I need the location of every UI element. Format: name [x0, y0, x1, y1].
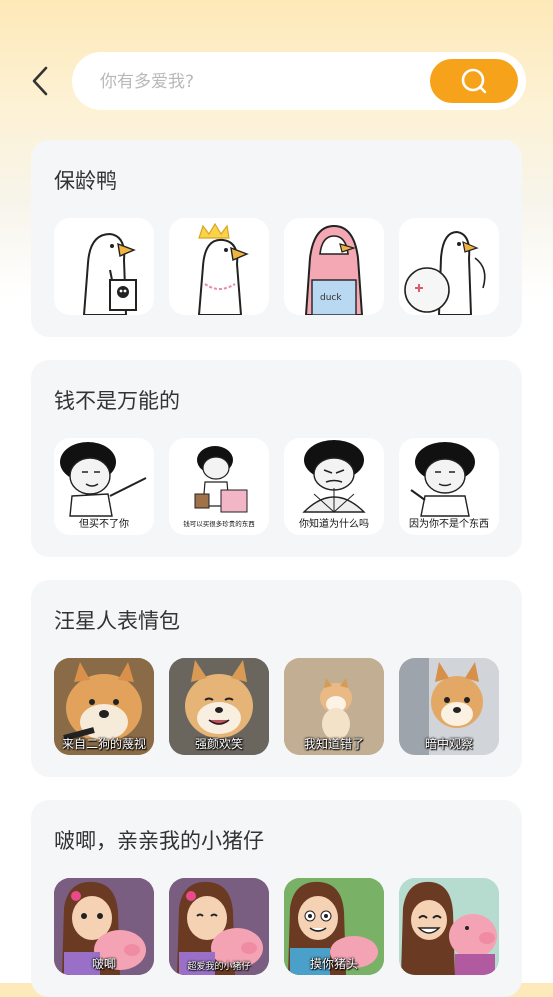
chevron-left-icon: [32, 66, 48, 96]
sticker-item[interactable]: [169, 218, 269, 315]
sticker-item[interactable]: [399, 878, 499, 975]
sticker-section-duck: 保龄鸭 duck: [31, 140, 522, 337]
section-title: 保龄鸭: [54, 169, 117, 193]
sticker-item[interactable]: 我知道错了: [284, 658, 384, 755]
sticker-section-pig: 啵唧，亲亲我的小猪仔 啵唧 超爱我的小猪仔 摸你猪头: [31, 800, 522, 997]
sticker-caption: 但买不了你: [79, 519, 129, 530]
sticker-caption: 超爱我的小猪仔: [187, 962, 251, 972]
sticker-item[interactable]: 钱可以买很多珍贵的东西: [169, 438, 269, 535]
sticker-item[interactable]: 超爱我的小猪仔: [169, 878, 269, 975]
sticker-item[interactable]: 强颜欢笑: [169, 658, 269, 755]
section-title: 啵唧，亲亲我的小猪仔: [54, 829, 264, 853]
sticker-caption: 强颜欢笑: [194, 737, 243, 751]
sticker-item[interactable]: [54, 218, 154, 315]
sticker-caption: 啵唧: [91, 957, 116, 971]
section-title: 钱不是万能的: [54, 389, 180, 413]
sticker-row: 但买不了你 钱可以买很多珍贵的东西 你知道为什么吗 因为你不是个东西: [54, 438, 500, 535]
sticker-item[interactable]: 因为你不是个东西: [399, 438, 499, 535]
sticker-caption: 我知道错了: [303, 737, 364, 751]
sticker-item[interactable]: 摸你猪头: [284, 878, 384, 975]
duck-hoodie-sticker-image: duck: [304, 224, 364, 315]
duck-bowling-sticker-image: [404, 230, 486, 315]
search-button[interactable]: [430, 59, 518, 103]
search-icon: [461, 68, 487, 94]
duck-crown-sticker-image: [197, 222, 249, 315]
sticker-item[interactable]: 啵唧: [54, 878, 154, 975]
search-input[interactable]: [98, 52, 402, 112]
sticker-caption: 你知道为什么吗: [299, 519, 369, 530]
sticker-caption: 来自二狗的蔑视: [61, 737, 146, 751]
sticker-caption: 暗中观察: [424, 737, 473, 751]
sticker-item[interactable]: 暗中观察: [399, 658, 499, 755]
sticker-item[interactable]: 你知道为什么吗: [284, 438, 384, 535]
sticker-item[interactable]: 来自二狗的蔑视: [54, 658, 154, 755]
back-button[interactable]: [26, 64, 56, 98]
sticker-row: duck: [54, 218, 500, 315]
search-bar: [72, 52, 526, 112]
svg-text:duck: duck: [320, 293, 342, 303]
sticker-caption: 摸你猪头: [309, 957, 358, 971]
header: [0, 52, 553, 112]
sticker-section-dog: 汪星人表情包 来自二狗的蔑视 强颜欢笑 我知道错了 暗中观察: [31, 580, 522, 777]
sticker-section-money: 钱不是万能的 但买不了你 钱可以买很多珍贵的东西 你知道为什么吗 因为你不是个东…: [31, 360, 522, 557]
sticker-item[interactable]: 但买不了你: [54, 438, 154, 535]
section-title: 汪星人表情包: [54, 609, 180, 633]
mabel-pig-sticker-image: [399, 878, 499, 975]
sticker-item[interactable]: duck: [284, 218, 384, 315]
duck-sticker-image: [82, 232, 137, 315]
sticker-caption: 因为你不是个东西: [409, 519, 489, 530]
sticker-row: 啵唧 超爱我的小猪仔 摸你猪头: [54, 878, 500, 975]
sticker-caption: 钱可以买很多珍贵的东西: [183, 520, 255, 528]
sticker-row: 来自二狗的蔑视 强颜欢笑 我知道错了 暗中观察: [54, 658, 500, 755]
sticker-item[interactable]: [399, 218, 499, 315]
